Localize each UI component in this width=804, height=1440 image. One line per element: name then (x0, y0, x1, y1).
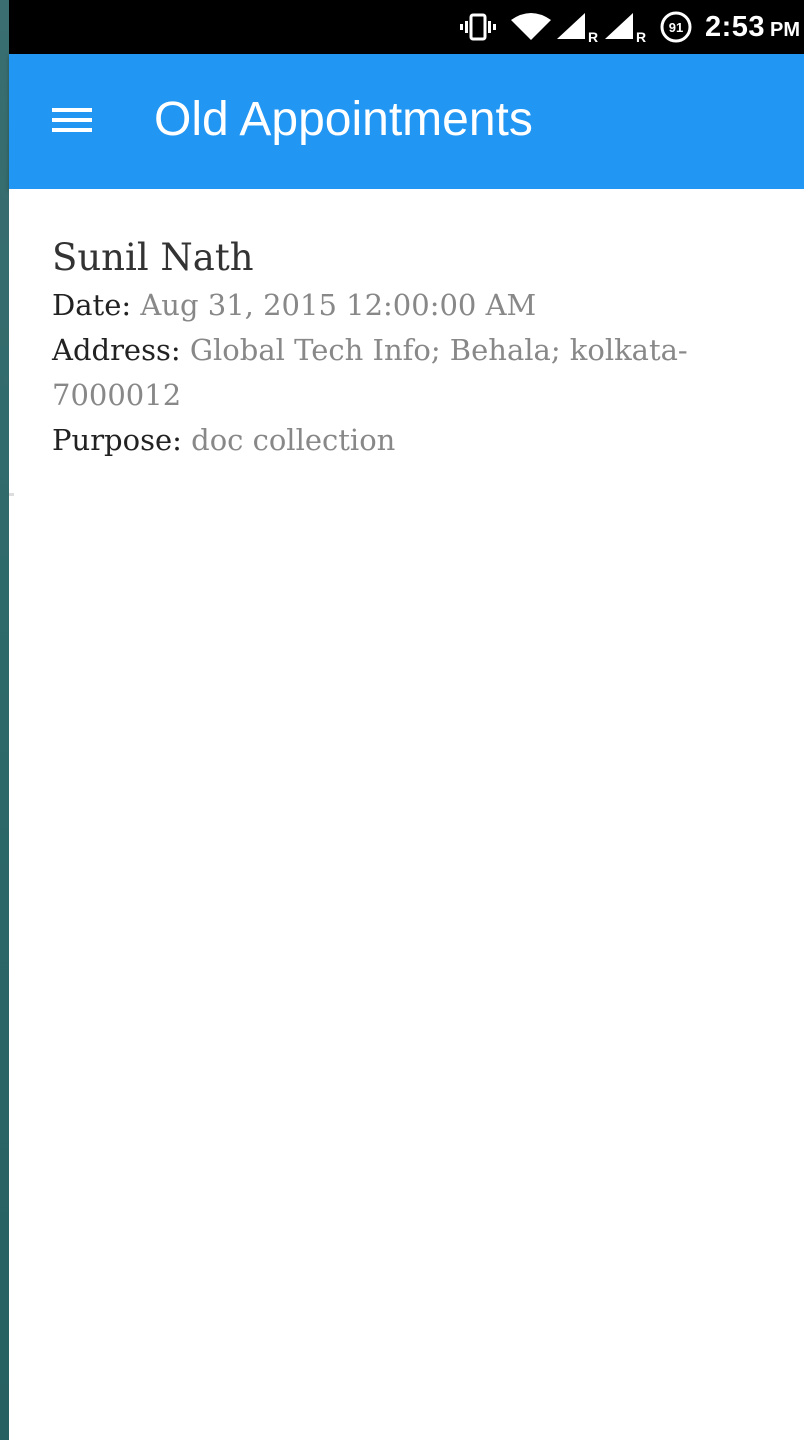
svg-text:R: R (588, 29, 598, 43)
battery-icon: 91 (659, 10, 693, 44)
hamburger-menu-icon[interactable] (50, 100, 94, 140)
clock: 2:53 PM (705, 11, 800, 44)
wallpaper-edge (0, 0, 9, 1440)
date-value: Aug 31, 2015 12:00:00 AM (140, 288, 537, 322)
edge-marker (9, 493, 14, 496)
clock-time: 2:53 (704, 10, 765, 43)
appointment-item[interactable]: Sunil Nath Date: Aug 31, 2015 12:00:00 A… (52, 233, 752, 463)
appointment-name: Sunil Nath (52, 236, 254, 279)
svg-text:R: R (636, 29, 646, 43)
status-bar: R R 91 2:53 PM (9, 0, 804, 54)
page-title: Old Appointments (154, 93, 533, 146)
clock-ampm: PM (770, 18, 800, 41)
appointment-address-row: Address: Global Tech Info; Behala; kolka… (52, 328, 752, 418)
purpose-value: doc collection (191, 423, 396, 457)
signal-roaming-icon: R (603, 11, 647, 43)
appointment-purpose-row: Purpose: doc collection (52, 418, 752, 463)
status-icons: R R 91 2:53 PM (457, 0, 804, 54)
appointments-list: Sunil Nath Date: Aug 31, 2015 12:00:00 A… (9, 189, 804, 1440)
date-label: Date: (52, 288, 132, 322)
signal-roaming-icon: R (555, 11, 599, 43)
battery-level: 91 (669, 20, 683, 35)
purpose-label: Purpose: (52, 423, 182, 457)
vibrate-icon (457, 12, 499, 42)
address-label: Address: (52, 333, 181, 367)
wifi-icon (509, 12, 553, 42)
app-bar: Old Appointments (9, 54, 804, 189)
appointment-date-row: Date: Aug 31, 2015 12:00:00 AM (52, 283, 752, 328)
